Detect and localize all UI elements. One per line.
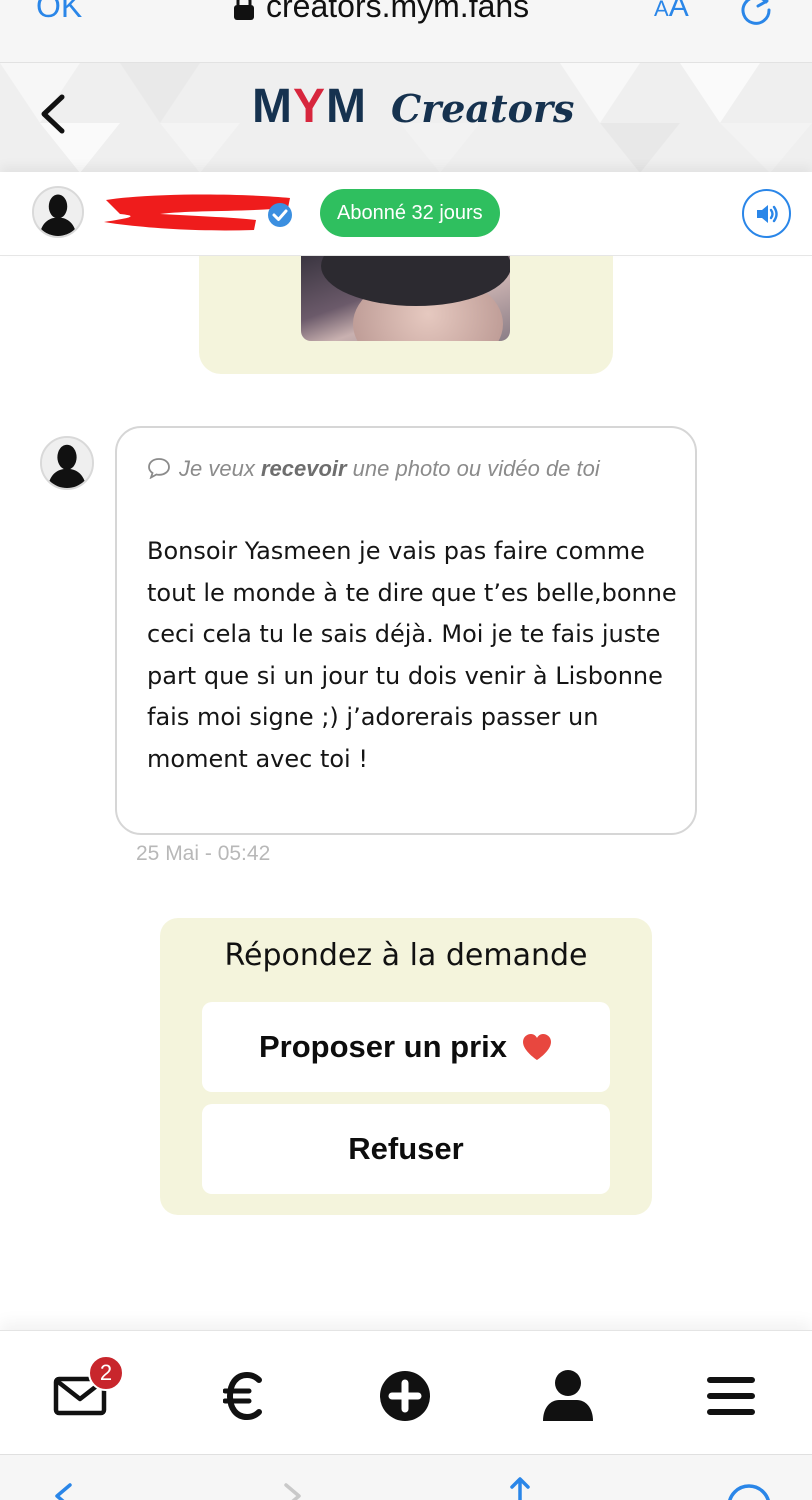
speaker-icon bbox=[756, 204, 778, 223]
avatar[interactable] bbox=[32, 186, 84, 238]
nav-menu[interactable] bbox=[696, 1361, 766, 1431]
browser-back-icon[interactable] bbox=[48, 1481, 78, 1500]
media-thumbnail[interactable] bbox=[301, 256, 510, 341]
app-header: MYM Creators bbox=[0, 62, 812, 172]
brand-mym: MYM bbox=[252, 80, 367, 133]
unread-badge: 2 bbox=[88, 1355, 124, 1391]
back-arrow-icon[interactable] bbox=[36, 91, 70, 137]
brand-creators: Creators bbox=[390, 86, 575, 131]
avatar-silhouette-icon bbox=[34, 188, 82, 236]
response-card: Répondez à la demande Proposer un prix R… bbox=[160, 918, 652, 1215]
conversation-header: Abonné 32 jours bbox=[0, 172, 812, 256]
refuse-label: Refuser bbox=[348, 1131, 464, 1166]
user-icon bbox=[543, 1370, 593, 1421]
address-bar[interactable]: creators.mym.fans bbox=[232, 0, 529, 25]
browser-forward-icon[interactable] bbox=[278, 1481, 308, 1500]
nav-profile[interactable] bbox=[533, 1361, 603, 1431]
text-size-button[interactable]: AA bbox=[654, 0, 689, 24]
heart-icon bbox=[523, 1034, 552, 1060]
request-type: Je veux recevoir une photo ou vidéo de t… bbox=[147, 448, 667, 489]
avatar-silhouette-icon bbox=[42, 438, 92, 488]
done-button[interactable]: OK bbox=[36, 0, 82, 25]
message-text: Bonsoir Yasmeen je vais pas faire comme … bbox=[147, 537, 677, 773]
message-bubble: Je veux recevoir une photo ou vidéo de t… bbox=[115, 426, 697, 835]
comment-icon bbox=[148, 458, 170, 479]
message-timestamp: 25 Mai - 05:42 bbox=[136, 842, 271, 865]
tabs-icon[interactable] bbox=[726, 1483, 772, 1500]
media-message-card bbox=[199, 256, 613, 374]
share-icon[interactable] bbox=[500, 1477, 540, 1500]
bottom-navigation: 2 bbox=[0, 1330, 812, 1454]
nav-add[interactable] bbox=[370, 1361, 440, 1431]
plus-circle-icon bbox=[380, 1371, 430, 1421]
response-title: Répondez à la demande bbox=[224, 938, 588, 973]
euro-icon bbox=[223, 1372, 262, 1420]
subscription-badge: Abonné 32 jours bbox=[320, 189, 500, 237]
url-text: creators.mym.fans bbox=[266, 0, 530, 24]
propose-price-label: Proposer un prix bbox=[258, 1029, 508, 1064]
redacted-username bbox=[104, 194, 290, 231]
browser-bottom-bar bbox=[0, 1454, 812, 1500]
reload-icon[interactable] bbox=[738, 0, 774, 28]
verified-icon bbox=[268, 203, 292, 227]
sound-button[interactable] bbox=[742, 189, 791, 238]
refuse-button[interactable]: Refuser bbox=[202, 1104, 610, 1194]
menu-icon bbox=[707, 1377, 755, 1415]
nav-earnings[interactable] bbox=[208, 1361, 278, 1431]
brand-logo: MYM Creators bbox=[252, 79, 574, 134]
sender-avatar[interactable] bbox=[40, 436, 94, 490]
propose-price-button[interactable]: Proposer un prix bbox=[202, 1002, 610, 1092]
nav-messages[interactable]: 2 bbox=[45, 1355, 124, 1431]
browser-top-bar: OK creators.mym.fans AA bbox=[0, 0, 812, 62]
lock-icon bbox=[234, 0, 254, 20]
